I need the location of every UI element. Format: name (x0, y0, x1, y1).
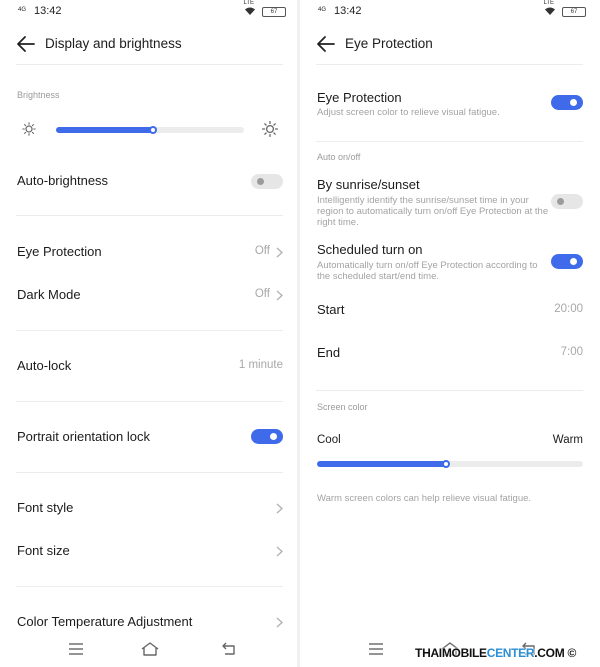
menu-icon[interactable] (66, 641, 86, 657)
end-label: End (317, 345, 341, 360)
chevron-right-icon (276, 247, 283, 258)
brightness-slider[interactable] (56, 126, 244, 134)
wifi-icon (245, 7, 255, 15)
screen-color-section-label: Screen color (317, 402, 368, 412)
eye-protection-toggle[interactable] (551, 95, 583, 110)
eye-protection-value: Off (254, 245, 270, 257)
dark-mode-label: Dark Mode (17, 287, 81, 302)
home-icon[interactable] (140, 641, 160, 657)
sun-large-icon (262, 121, 278, 137)
page-title: Display and brightness (45, 36, 182, 51)
font-size-row[interactable]: Font size (0, 534, 300, 568)
eye-protection-label: Eye Protection (17, 244, 102, 259)
watermark-logo: THAIMOBILECENTER.COM © (415, 646, 576, 660)
screen-color-slider[interactable] (317, 460, 583, 468)
status-bar: 4G 13:42 LTE 67 (0, 0, 300, 24)
status-time: 13:42 (34, 5, 62, 17)
eye-protection-description: Adjust screen color to relieve visual fa… (317, 107, 500, 118)
brightness-section-label: Brightness (17, 90, 60, 100)
auto-lock-label: Auto-lock (17, 358, 72, 373)
dark-mode-row[interactable]: Dark Mode Off (0, 278, 300, 312)
sunrise-sunset-description: Intelligently identify the sunrise/sunse… (317, 195, 549, 228)
page-title: Eye Protection (345, 36, 433, 51)
scheduled-turn-on-description: Automatically turn on/off Eye Protection… (317, 260, 538, 282)
status-time: 13:42 (334, 5, 362, 17)
battery-indicator: 67 (262, 7, 286, 17)
divider (316, 141, 583, 142)
status-bar: 4G 13:42 LTE 67 (300, 0, 600, 24)
divider (316, 64, 583, 65)
start-time-value: 20:00 (554, 303, 583, 315)
brightness-slider-fill (56, 127, 154, 133)
portrait-lock-toggle[interactable] (251, 429, 283, 444)
font-style-label: Font style (17, 500, 74, 515)
divider (16, 586, 283, 587)
watermark-main-text: THAIMOBILE (415, 646, 487, 660)
navigation-bar (0, 631, 300, 667)
eye-protection-screen: 4G 13:42 LTE 67 Eye Protection Eye Prote… (300, 0, 600, 667)
screen-color-hint: Warm screen colors can help relieve visu… (317, 493, 532, 504)
auto-brightness-label: Auto-brightness (17, 173, 109, 188)
divider (16, 330, 283, 331)
dark-mode-value: Off (254, 288, 270, 300)
screen-header: Display and brightness (0, 30, 300, 58)
wifi-icon (545, 7, 555, 15)
divider (316, 390, 583, 391)
color-temperature-label: Color Temperature Adjustment (17, 614, 193, 629)
auto-on-off-section-label: Auto on/off (317, 152, 361, 162)
watermark-accent-text: CENTER (486, 646, 535, 660)
schedule-end-row[interactable]: End 7:00 (300, 336, 600, 370)
chevron-right-icon (276, 290, 283, 301)
battery-indicator: 67 (562, 7, 586, 17)
font-size-label: Font size (17, 543, 70, 558)
cool-label: Cool (317, 434, 341, 446)
eye-protection-row[interactable]: Eye Protection Off (0, 235, 300, 269)
brightness-slider-handle[interactable] (149, 126, 157, 134)
font-style-row[interactable]: Font style (0, 491, 300, 525)
schedule-start-row[interactable]: Start 20:00 (300, 293, 600, 327)
chevron-right-icon (276, 503, 283, 514)
screen-color-slider-handle[interactable] (442, 460, 450, 468)
portrait-lock-row[interactable]: Portrait orientation lock (0, 420, 300, 454)
auto-lock-value: 1 minute (238, 359, 283, 371)
watermark-copyright-mark: © (567, 646, 576, 660)
auto-brightness-row[interactable]: Auto-brightness (0, 164, 300, 198)
auto-lock-row[interactable]: Auto-lock 1 minute (0, 349, 300, 383)
sunrise-sunset-title: By sunrise/sunset (317, 177, 420, 192)
chevron-right-icon (276, 617, 283, 628)
divider (16, 401, 283, 402)
divider (16, 472, 283, 473)
display-brightness-screen: 4G 13:42 LTE 67 Display and brightness B… (0, 0, 300, 667)
end-time-value: 7:00 (560, 346, 583, 358)
menu-icon[interactable] (366, 641, 386, 657)
back-icon[interactable] (219, 641, 239, 657)
back-arrow-icon[interactable] (316, 35, 336, 53)
watermark-suffix-text: .COM (534, 646, 565, 660)
scheduled-turn-on-toggle[interactable] (551, 254, 583, 269)
divider (16, 64, 283, 65)
portrait-lock-label: Portrait orientation lock (17, 429, 150, 444)
signal-indicator: 4G (18, 7, 27, 13)
start-label: Start (317, 302, 345, 317)
back-arrow-icon[interactable] (16, 35, 36, 53)
warm-label: Warm (552, 434, 583, 446)
scheduled-turn-on-title: Scheduled turn on (317, 242, 423, 257)
sunrise-sunset-toggle[interactable] (551, 194, 583, 209)
screen-color-slider-fill (317, 461, 447, 467)
chevron-right-icon (276, 546, 283, 557)
signal-indicator: 4G (318, 7, 327, 13)
eye-protection-title: Eye Protection (317, 90, 402, 105)
screen-header: Eye Protection (300, 30, 600, 58)
auto-brightness-toggle[interactable] (251, 174, 283, 189)
divider (16, 215, 283, 216)
sun-small-icon (22, 122, 36, 136)
